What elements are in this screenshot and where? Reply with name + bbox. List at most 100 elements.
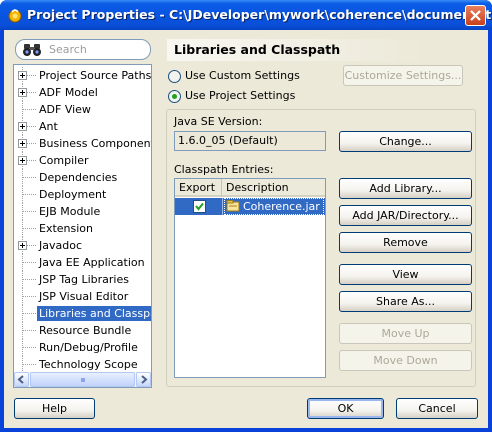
remove-button[interactable]: Remove — [339, 232, 472, 253]
tree-connector-line — [23, 194, 36, 195]
tree-item-jsp-visual-editor[interactable]: JSP Visual Editor — [14, 288, 151, 305]
java-se-version-field: 1.6.0_05 (Default) — [174, 131, 326, 151]
binoculars-icon — [23, 44, 41, 56]
tree-item-label: Deployment — [39, 188, 107, 201]
tree-item-deployment[interactable]: Deployment — [14, 186, 151, 203]
column-header-export[interactable]: Export — [175, 179, 222, 197]
tree-connector-line — [23, 296, 36, 297]
window-title: Project Properties - C:\JDeveloper\mywor… — [27, 7, 492, 22]
ok-button[interactable]: OK — [307, 398, 384, 419]
classpath-entries-label: Classpath Entries: — [174, 163, 274, 176]
tree-connector-line — [23, 330, 36, 331]
tree-item-label: Run/Debug/Profile — [39, 341, 138, 354]
tree-connector-line — [23, 228, 36, 229]
use-project-settings-label[interactable]: Use Project Settings — [185, 89, 295, 102]
expand-plus-icon[interactable] — [18, 139, 27, 148]
tree-item-project-source-paths[interactable]: Project Source Paths — [14, 67, 151, 84]
checkmark-icon — [195, 202, 204, 211]
jar-library-icon — [226, 200, 240, 212]
expand-plus-icon[interactable] — [18, 156, 27, 165]
tree-connector-line — [23, 364, 36, 365]
cancel-button[interactable]: Cancel — [396, 398, 478, 419]
tree-connector-line — [23, 279, 36, 280]
tree-item-ant[interactable]: Ant — [14, 118, 151, 135]
tree-item-label: Business Components — [39, 137, 152, 150]
scroll-grip — [81, 378, 85, 382]
tree-item-libraries-and-classpath[interactable]: Libraries and Classpath — [14, 305, 151, 322]
close-button[interactable] — [465, 5, 486, 26]
use-custom-settings-label[interactable]: Use Custom Settings — [185, 69, 300, 82]
move-down-button[interactable]: Move Down — [339, 350, 472, 371]
tree-item-label: Compiler — [39, 154, 89, 167]
tree-item-label: Ant — [39, 120, 58, 133]
view-button[interactable]: View — [339, 264, 472, 285]
close-icon — [470, 10, 481, 21]
search-box[interactable] — [15, 39, 151, 60]
search-input[interactable] — [49, 42, 145, 57]
column-separator — [222, 198, 223, 215]
jdeveloper-icon — [8, 9, 22, 23]
tree-item-jsp-tag-libraries[interactable]: JSP Tag Libraries — [14, 271, 151, 288]
expand-plus-icon[interactable] — [18, 71, 27, 80]
tree-item-ejb-module[interactable]: EJB Module — [14, 203, 151, 220]
tree-item-dependencies[interactable]: Dependencies — [14, 169, 151, 186]
tree-connector-line — [23, 262, 36, 263]
tree-item-javadoc[interactable]: Javadoc — [14, 237, 151, 254]
tree-item-adf-view[interactable]: ADF View — [14, 101, 151, 118]
title-bar[interactable]: Project Properties - C:\JDeveloper\mywor… — [0, 0, 492, 30]
tree-item-label: EJB Module — [39, 205, 101, 218]
customize-settings-button[interactable]: Customize Settings... — [343, 65, 463, 86]
table-row[interactable]: Coherence.jar — [175, 198, 325, 215]
help-button[interactable]: Help — [14, 398, 95, 419]
export-checkbox[interactable] — [193, 200, 206, 213]
tree-item-label: Javadoc — [39, 239, 82, 252]
tree-item-extension[interactable]: Extension — [14, 220, 151, 237]
settings-tree[interactable]: Project Source Paths ADF Model ADF View Ant… — [13, 64, 152, 388]
tree-item-label: Java EE Application — [39, 256, 145, 269]
tree-connector-line — [23, 177, 36, 178]
use-custom-settings-radio[interactable] — [168, 70, 181, 83]
tree-item-label: Technology Scope — [39, 358, 138, 371]
tree-item-java-ee-application[interactable]: Java EE Application — [14, 254, 151, 271]
tree-connector-line — [23, 109, 36, 110]
classpath-entry-description: Coherence.jar — [243, 200, 320, 213]
window-border-right — [488, 30, 492, 432]
scroll-right-button[interactable] — [136, 372, 151, 387]
tree-item-label: ADF View — [39, 103, 91, 116]
tree-connector-line — [23, 347, 36, 348]
tree-horizontal-scrollbar[interactable] — [14, 372, 151, 387]
tree-item-label: JSP Visual Editor — [39, 290, 129, 303]
arrow-right-icon — [141, 375, 148, 384]
share-as-button[interactable]: Share As... — [339, 291, 472, 312]
tree-item-label: Extension — [39, 222, 94, 235]
expand-plus-icon[interactable] — [18, 88, 27, 97]
tree-item-label: ADF Model — [39, 86, 98, 99]
window-border-bottom — [0, 428, 492, 432]
use-project-settings-radio[interactable] — [168, 90, 181, 103]
add-library-button[interactable]: Add Library... — [339, 178, 472, 199]
add-jar-directory-button[interactable]: Add JAR/Directory... — [339, 205, 472, 226]
tree-item-run-debug-profile[interactable]: Run/Debug/Profile — [14, 339, 151, 356]
scroll-left-button[interactable] — [14, 372, 29, 387]
panel-title: Libraries and Classpath — [167, 39, 427, 61]
tree-item-label: Resource Bundle — [39, 324, 132, 337]
java-se-version-label: Java SE Version: — [174, 115, 263, 128]
expand-plus-icon[interactable] — [18, 122, 27, 131]
column-header-description[interactable]: Description — [222, 179, 325, 197]
arrow-left-icon — [17, 375, 24, 384]
classpath-table[interactable]: Export Description Coherence.jar — [174, 178, 326, 378]
tree-item-resource-bundle[interactable]: Resource Bundle — [14, 322, 151, 339]
tree-item-label: Dependencies — [39, 171, 118, 184]
tree-item-business-components[interactable]: Business Components — [14, 135, 151, 152]
tree-connector-line — [23, 211, 36, 212]
tree-item-label: Libraries and Classpath — [37, 306, 151, 321]
tree-item-label: Project Source Paths — [39, 69, 152, 82]
tree-item-label: JSP Tag Libraries — [39, 273, 129, 286]
change-button[interactable]: Change... — [339, 131, 472, 152]
tree-item-technology-scope[interactable]: Technology Scope — [14, 356, 151, 373]
expand-plus-icon[interactable] — [18, 241, 27, 250]
tree-item-adf-model[interactable]: ADF Model — [14, 84, 151, 101]
tree-item-compiler[interactable]: Compiler — [14, 152, 151, 169]
scroll-thumb[interactable] — [30, 372, 135, 387]
move-up-button[interactable]: Move Up — [339, 323, 472, 344]
